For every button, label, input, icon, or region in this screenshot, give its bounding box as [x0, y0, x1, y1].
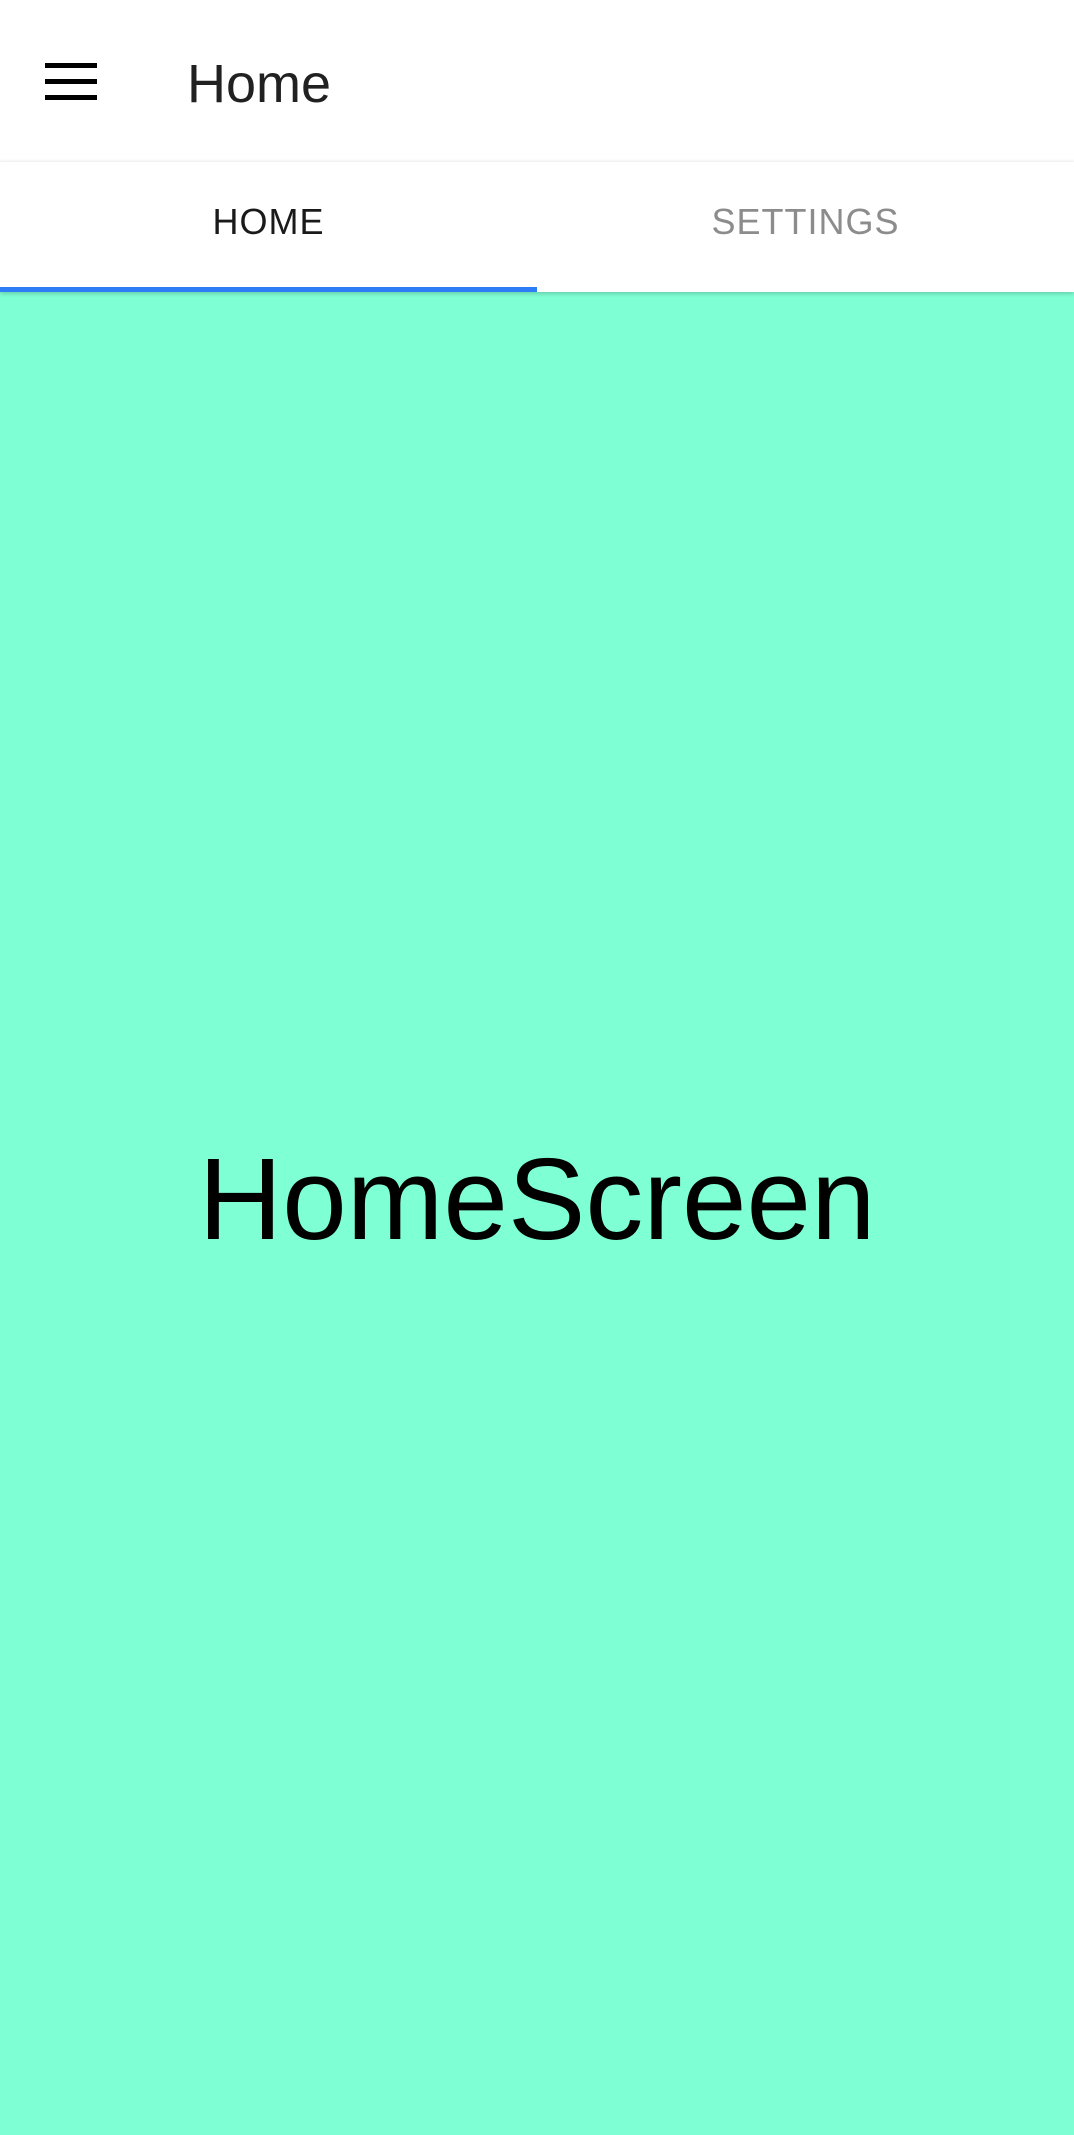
menu-button[interactable]	[26, 42, 116, 122]
tab-settings[interactable]: SETTINGS	[537, 162, 1074, 292]
tab-settings-label: SETTINGS	[711, 201, 900, 242]
tab-home[interactable]: HOME	[0, 162, 537, 292]
home-screen-content: HomeScreen	[0, 292, 1074, 2135]
hamburger-menu-icon	[45, 63, 97, 101]
active-tab-indicator	[0, 287, 537, 292]
app-bar: Home	[0, 0, 1074, 162]
tab-home-label: HOME	[212, 201, 325, 242]
home-screen-label: HomeScreen	[198, 1134, 876, 1264]
page-title: Home	[187, 54, 332, 114]
tab-bar: HOME SETTINGS	[0, 158, 1074, 292]
